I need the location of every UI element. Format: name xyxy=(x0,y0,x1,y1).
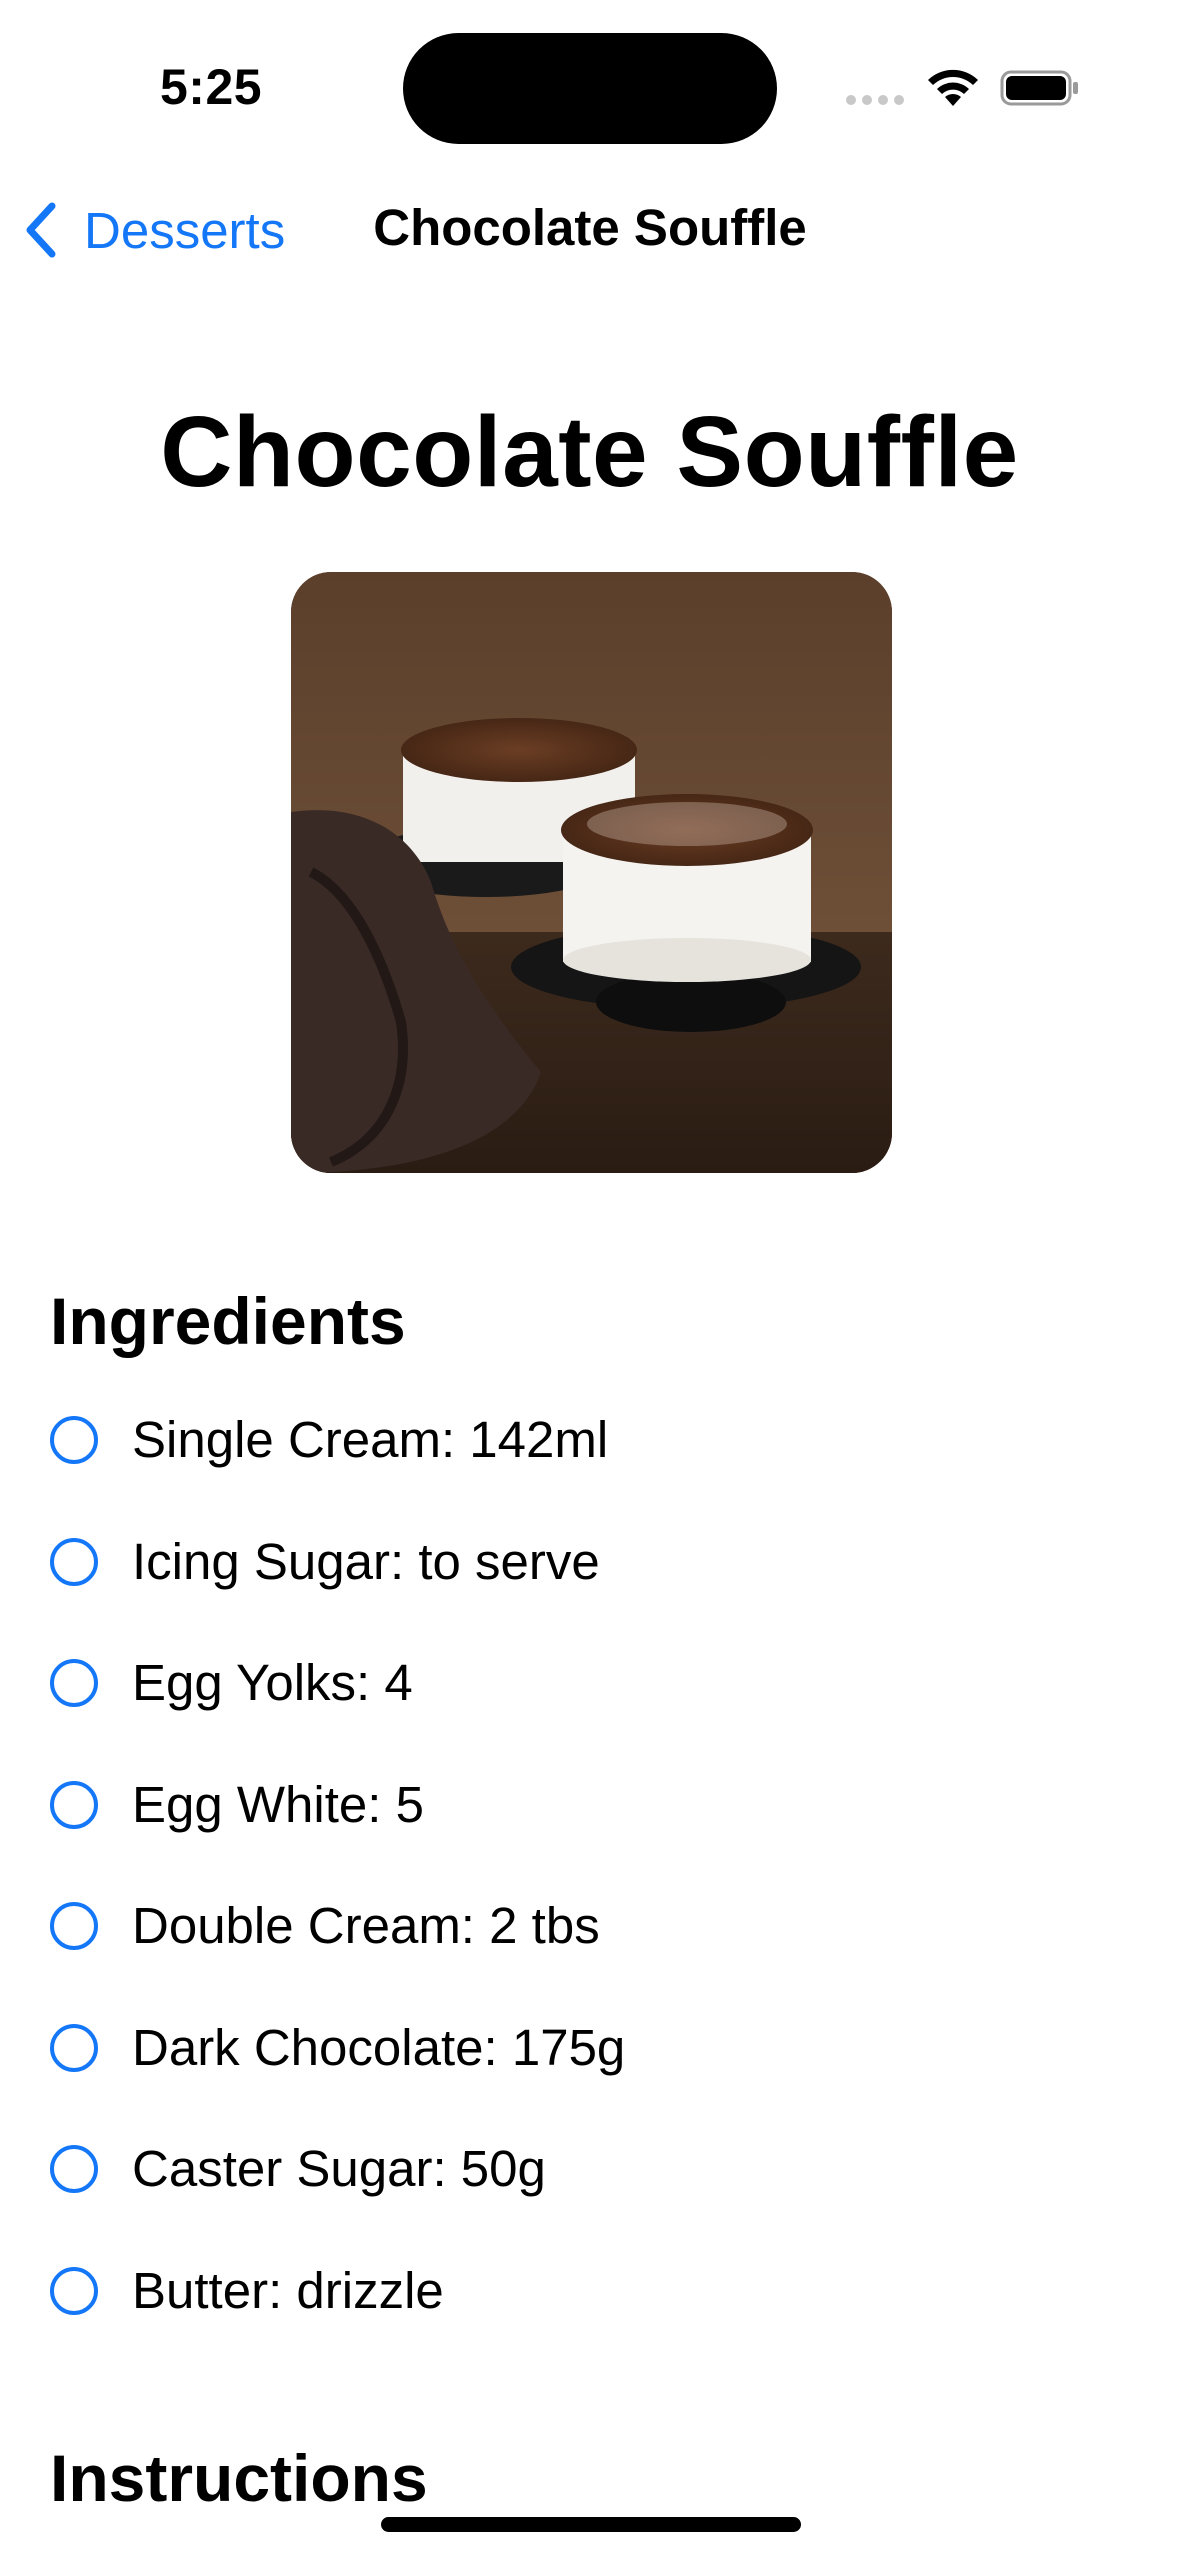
ingredient-list: Single Cream: 142ml Icing Sugar: to serv… xyxy=(50,1412,1130,2384)
cellular-signal-icon xyxy=(846,95,904,105)
ingredient-item[interactable]: Butter: drizzle xyxy=(50,2261,1130,2385)
recipe-title: Chocolate Souffle xyxy=(160,396,1019,508)
ingredient-label: Icing Sugar: to serve xyxy=(132,1532,600,1590)
ingredients-heading: Ingredients xyxy=(50,1284,406,1358)
wifi-icon xyxy=(928,69,978,106)
ingredient-label: Caster Sugar: 50g xyxy=(132,2140,546,2197)
back-label: Desserts xyxy=(84,201,286,259)
ingredient-item[interactable]: Dark Chocolate: 175g xyxy=(50,2018,1130,2142)
instructions-heading: Instructions xyxy=(50,2441,428,2515)
ingredient-label: Double Cream: 2 tbs xyxy=(132,1897,600,1954)
ingredient-item[interactable]: Single Cream: 142ml xyxy=(50,1412,1130,1534)
status-bar: 5:25 xyxy=(0,0,1179,170)
ingredient-label: Egg White: 5 xyxy=(132,1775,424,1833)
ingredient-item[interactable]: Icing Sugar: to serve xyxy=(50,1532,1130,1656)
nav-title: Chocolate Souffle xyxy=(373,199,807,256)
ingredient-item[interactable]: Caster Sugar: 50g xyxy=(50,2141,1130,2263)
dynamic-island xyxy=(403,33,777,144)
battery-icon xyxy=(1000,70,1078,106)
ingredient-label: Dark Chocolate: 175g xyxy=(132,2018,626,2076)
ingredient-item[interactable]: Double Cream: 2 tbs xyxy=(50,1898,1130,2020)
circle-outline-icon[interactable] xyxy=(50,1902,98,1950)
ingredient-label: Single Cream: 142ml xyxy=(132,1411,609,1468)
circle-outline-icon[interactable] xyxy=(50,1780,98,1829)
home-indicator[interactable] xyxy=(381,2517,801,2532)
circle-outline-icon[interactable] xyxy=(50,1537,98,1586)
circle-outline-icon[interactable] xyxy=(50,2023,98,2072)
chevron-left-icon xyxy=(26,202,56,258)
ingredient-item[interactable]: Egg White: 5 xyxy=(50,1775,1130,1899)
recipe-image xyxy=(291,572,892,1173)
recipe-detail-screen: 5:25 Desserts Chocolate Souffle Chocolat… xyxy=(0,0,1179,2556)
ingredient-item[interactable]: Egg Yolks: 4 xyxy=(50,1655,1130,1777)
circle-outline-icon[interactable] xyxy=(50,1416,98,1464)
ingredient-label: Egg Yolks: 4 xyxy=(132,1654,413,1711)
status-time: 5:25 xyxy=(160,59,263,115)
circle-outline-icon[interactable] xyxy=(50,2145,98,2193)
back-button[interactable]: Desserts xyxy=(22,190,285,270)
circle-outline-icon[interactable] xyxy=(50,1659,98,1707)
circle-outline-icon[interactable] xyxy=(50,2266,98,2315)
navigation-bar: Desserts Chocolate Souffle xyxy=(0,180,1179,280)
ingredient-label: Butter: drizzle xyxy=(132,2261,444,2319)
souffle-photo xyxy=(291,572,892,1173)
